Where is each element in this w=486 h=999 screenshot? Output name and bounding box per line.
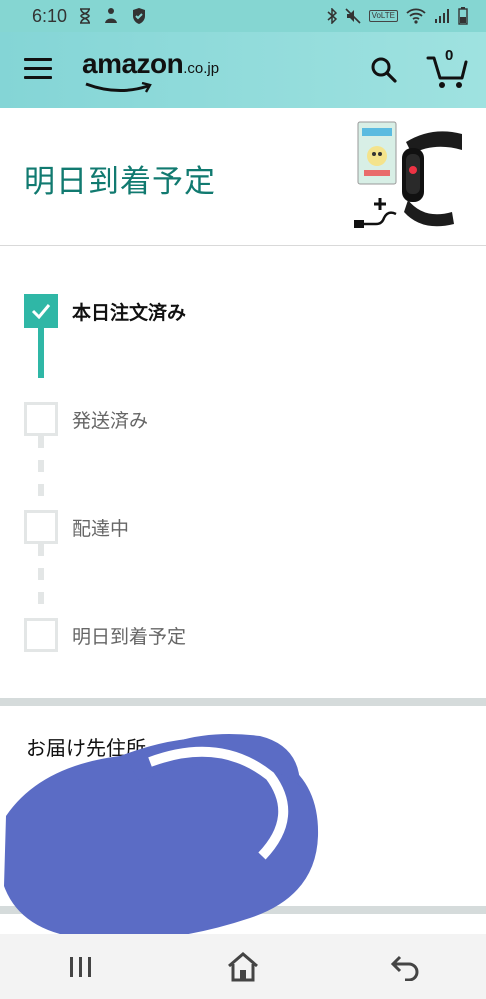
progress-line-pending — [38, 544, 44, 616]
step-label: 明日到着予定 — [72, 625, 187, 648]
figure-icon — [103, 7, 119, 25]
step-checkbox-done — [24, 294, 58, 328]
mute-icon — [345, 8, 361, 24]
logo-suffix: .co.jp — [183, 60, 220, 77]
delivery-progress: 本日注文済み 発送済み 配達中 明日到着予定 — [0, 246, 486, 698]
battery-icon — [458, 7, 468, 25]
step-checkbox-pending — [24, 402, 58, 436]
recent-apps-button[interactable] — [51, 942, 111, 992]
signal-icon — [434, 8, 450, 24]
status-time: 6:10 — [32, 5, 68, 26]
redaction-scribble — [4, 734, 319, 941]
recent-apps-icon — [70, 956, 91, 977]
menu-button[interactable] — [24, 58, 52, 80]
step-label: 発送済み — [72, 409, 149, 432]
smile-icon — [85, 82, 152, 93]
home-icon — [228, 951, 258, 981]
search-button[interactable] — [370, 56, 398, 84]
progress-line-done — [38, 326, 44, 378]
cart-count: 0 — [445, 47, 454, 64]
progress-step-arriving: 明日到着予定 — [24, 618, 186, 652]
amazon-logo[interactable]: amazon.co.jp — [82, 48, 220, 93]
home-button[interactable] — [213, 942, 273, 992]
section-divider — [0, 698, 486, 706]
product-image[interactable] — [352, 120, 464, 236]
status-bar: 6:10 VoLTE — [0, 0, 486, 32]
system-nav-bar — [0, 934, 486, 999]
bluetooth-icon — [327, 8, 337, 24]
step-label: 本日注文済み — [72, 301, 187, 324]
delivery-header: 明日到着予定 — [0, 108, 486, 246]
progress-line-pending — [38, 436, 44, 508]
search-icon — [371, 57, 397, 83]
wifi-icon — [406, 8, 426, 24]
step-checkbox-pending — [24, 618, 58, 652]
menu-icon — [24, 58, 52, 61]
shield-icon — [131, 7, 147, 25]
progress-step-out-for-delivery: 配達中 — [24, 510, 129, 544]
step-checkbox-pending — [24, 510, 58, 544]
cart-button[interactable]: 0 — [426, 47, 470, 90]
back-button[interactable] — [375, 942, 435, 992]
logo-text: amazon — [82, 48, 184, 79]
back-icon — [390, 955, 419, 981]
step-label: 配達中 — [72, 517, 130, 540]
progress-step-shipped: 発送済み — [24, 402, 148, 436]
volte-icon: VoLTE — [368, 10, 398, 22]
check-icon — [31, 304, 51, 319]
progress-step-ordered: 本日注文済み — [24, 294, 186, 328]
hourglass-icon — [79, 8, 91, 24]
app-bar: amazon.co.jp 0 — [0, 32, 486, 108]
delivery-title: 明日到着予定 — [24, 164, 216, 200]
